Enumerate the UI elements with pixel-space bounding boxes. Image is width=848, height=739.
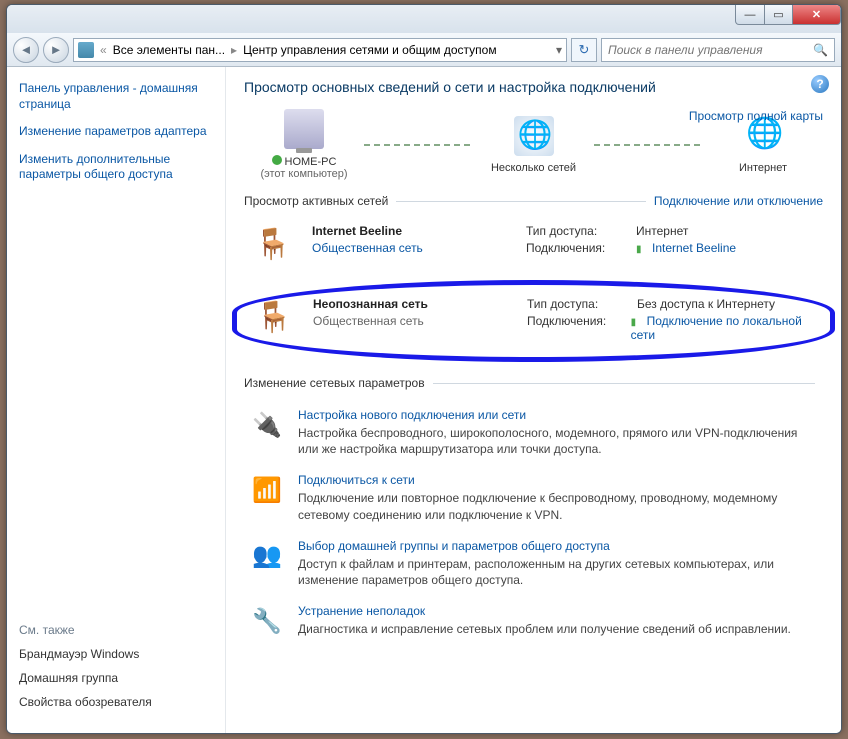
control-panel-icon xyxy=(78,42,94,58)
sidebar-link-sharing-settings[interactable]: Изменить дополнительные параметры общего… xyxy=(19,152,213,183)
access-type-label: Тип доступа: xyxy=(526,224,636,238)
network-name: Internet Beeline xyxy=(312,224,512,238)
crumb-prefix: « xyxy=(98,43,109,57)
window-body: Панель управления - домашняя страница Из… xyxy=(7,67,841,733)
sidebar-link-adapter-settings[interactable]: Изменение параметров адаптера xyxy=(19,124,213,140)
network-info-right: Тип доступа:Интернет Подключения: Interne… xyxy=(526,224,819,264)
address-bar[interactable]: « Все элементы пан... ▸ Центр управления… xyxy=(73,38,567,62)
sidebar-link-home[interactable]: Панель управления - домашняя страница xyxy=(19,81,213,112)
main-content: ? Просмотр основных сведений о сети и на… xyxy=(225,67,841,733)
computer-icon xyxy=(284,109,324,149)
refresh-button[interactable]: ↻ xyxy=(571,38,597,62)
homegroup-icon: 👥 xyxy=(248,539,286,573)
bench-icon: 🪑 xyxy=(249,297,299,337)
network-info-left: Internet Beeline Общественная сеть xyxy=(312,224,512,264)
pc-name: HOME-PC xyxy=(272,155,337,168)
connections-label: Подключения: xyxy=(526,241,636,255)
search-box[interactable]: 🔍 xyxy=(601,38,835,62)
task-description: Доступ к файлам и принтерам, расположенн… xyxy=(298,556,819,588)
see-also-label: См. также xyxy=(19,623,213,637)
active-networks-label: Просмотр активных сетей xyxy=(244,194,388,208)
divider xyxy=(396,201,646,202)
network-name: Неопознанная сеть xyxy=(313,297,513,311)
divider xyxy=(433,383,815,384)
sidebar-footer-homegroup[interactable]: Домашняя группа xyxy=(19,671,213,685)
change-settings-label: Изменение сетевых параметров xyxy=(244,376,425,390)
page-title: Просмотр основных сведений о сети и наст… xyxy=(244,79,823,95)
sidebar-spacer xyxy=(19,195,213,623)
map-connection-line xyxy=(364,144,474,146)
breadcrumb-segment[interactable]: Все элементы пан... xyxy=(113,43,225,57)
internet-label: Интернет xyxy=(739,162,787,174)
task-link[interactable]: Подключиться к сети xyxy=(298,473,819,487)
task-connect: 📶 Подключиться к сети Подключение или по… xyxy=(244,465,823,530)
minimize-button[interactable]: — xyxy=(735,5,765,25)
highlighted-annotation: 🪑 Неопознанная сеть Общественная сеть Ти… xyxy=(232,280,835,362)
network-type-label: Общественная сеть xyxy=(313,314,513,328)
network-icon xyxy=(514,116,554,156)
titlebar: — ▭ ✕ xyxy=(7,5,841,33)
access-type-value: Без доступа к Интернету xyxy=(637,297,775,311)
access-type-value: Интернет xyxy=(636,224,688,238)
network-entry-beeline: 🪑 Internet Beeline Общественная сеть Тип… xyxy=(244,216,823,272)
bench-icon: 🪑 xyxy=(248,224,298,264)
task-link[interactable]: Настройка нового подключения или сети xyxy=(298,408,819,422)
breadcrumb-segment[interactable]: Центр управления сетями и общим доступом xyxy=(243,43,497,57)
task-homegroup: 👥 Выбор домашней группы и параметров общ… xyxy=(244,531,823,596)
task-troubleshoot: 🔧 Устранение неполадок Диагностика и исп… xyxy=(244,596,823,646)
back-button[interactable]: ◄ xyxy=(13,37,39,63)
close-button[interactable]: ✕ xyxy=(793,5,841,25)
network-info-left: Неопознанная сеть Общественная сеть xyxy=(313,297,513,345)
sidebar-footer-internet-options[interactable]: Свойства обозревателя xyxy=(19,695,213,709)
connection-link[interactable]: Подключение по локальной сети xyxy=(631,314,802,342)
networks-label: Несколько сетей xyxy=(491,162,576,174)
signal-icon xyxy=(631,314,643,326)
help-icon[interactable]: ? xyxy=(811,75,829,93)
task-link[interactable]: Выбор домашней группы и параметров общег… xyxy=(298,539,819,553)
network-map: HOME-PC (этот компьютер) Несколько сетей… xyxy=(244,109,823,180)
network-info-right: Тип доступа:Без доступа к Интернету Подк… xyxy=(527,297,818,345)
connect-disconnect-link[interactable]: Подключение или отключение xyxy=(654,194,823,208)
task-list: 🔌 Настройка нового подключения или сети … xyxy=(244,400,823,646)
map-networks: Несколько сетей xyxy=(474,116,594,174)
troubleshoot-icon: 🔧 xyxy=(248,604,286,638)
sidebar-footer-firewall[interactable]: Брандмауэр Windows xyxy=(19,647,213,661)
task-description: Подключение или повторное подключение к … xyxy=(298,490,819,522)
search-icon[interactable]: 🔍 xyxy=(813,43,828,57)
access-type-label: Тип доступа: xyxy=(527,297,637,311)
breadcrumb-sep-icon: ▸ xyxy=(229,43,239,57)
task-new-connection: 🔌 Настройка нового подключения или сети … xyxy=(244,400,823,465)
pc-sublabel: (этот компьютер) xyxy=(260,168,347,180)
change-settings-header: Изменение сетевых параметров xyxy=(244,376,823,390)
connect-icon: 📶 xyxy=(248,473,286,507)
connection-link[interactable]: Internet Beeline xyxy=(652,241,736,255)
task-description: Диагностика и исправление сетевых пробле… xyxy=(298,621,819,637)
signal-icon xyxy=(636,241,648,253)
task-description: Настройка беспроводного, широкополосного… xyxy=(298,425,819,457)
task-link[interactable]: Устранение неполадок xyxy=(298,604,819,618)
map-connection-line xyxy=(594,144,704,146)
sidebar-footer: См. также Брандмауэр Windows Домашняя гр… xyxy=(19,623,213,719)
map-this-pc: HOME-PC (этот компьютер) xyxy=(244,109,364,180)
forward-button[interactable]: ► xyxy=(43,37,69,63)
connections-label: Подключения: xyxy=(527,314,631,342)
view-full-map-link[interactable]: Просмотр полной карты xyxy=(689,109,823,123)
network-type-link[interactable]: Общественная сеть xyxy=(312,241,512,255)
maximize-button[interactable]: ▭ xyxy=(765,5,793,25)
window-controls: — ▭ ✕ xyxy=(735,5,841,33)
network-entry-unidentified: 🪑 Неопознанная сеть Общественная сеть Ти… xyxy=(245,289,822,353)
search-input[interactable] xyxy=(608,43,813,57)
map-internet: Интернет xyxy=(703,116,823,174)
navigation-bar: ◄ ► « Все элементы пан... ▸ Центр управл… xyxy=(7,33,841,67)
new-connection-icon: 🔌 xyxy=(248,408,286,442)
address-dropdown-icon[interactable]: ▾ xyxy=(556,43,562,57)
active-networks-header: Просмотр активных сетей Подключение или … xyxy=(244,194,823,208)
control-panel-window: — ▭ ✕ ◄ ► « Все элементы пан... ▸ Центр … xyxy=(6,4,842,734)
sidebar: Панель управления - домашняя страница Из… xyxy=(7,67,225,733)
